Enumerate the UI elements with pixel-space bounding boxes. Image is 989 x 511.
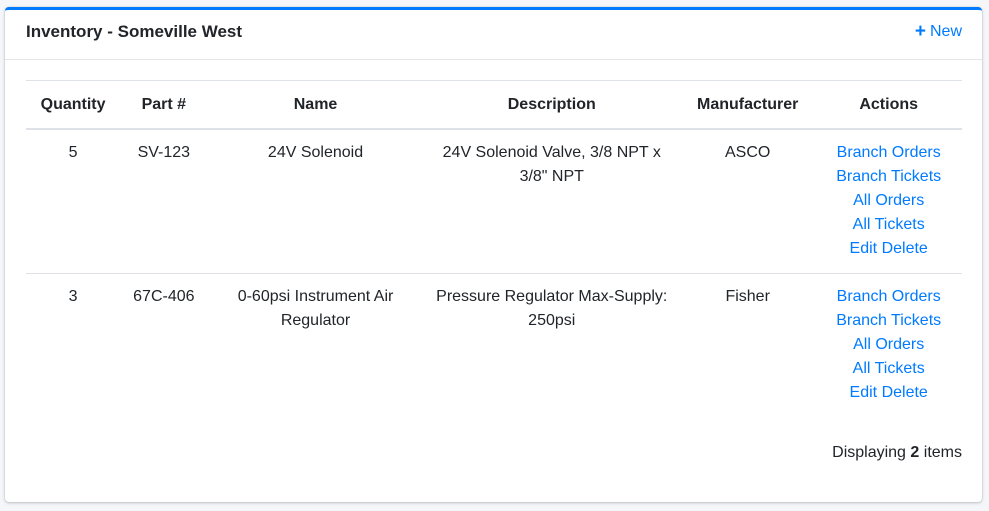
pagination-summary: Displaying 2 items	[832, 444, 962, 462]
new-button-label: New	[929, 23, 962, 40]
cell-actions: Branch Orders Branch Tickets All Orders …	[815, 129, 962, 274]
card-body: Quantity Part # Name Description Manufac…	[26, 80, 962, 417]
cell-name: 24V Solenoid	[207, 129, 424, 274]
delete-link[interactable]: Delete	[882, 384, 928, 401]
all-orders-link[interactable]: All Orders	[821, 189, 956, 213]
column-header-name: Name	[207, 80, 424, 130]
all-orders-link[interactable]: All Orders	[821, 333, 956, 357]
new-button[interactable]: + New	[914, 21, 962, 42]
summary-suffix: items	[923, 444, 962, 461]
branch-orders-link[interactable]: Branch Orders	[821, 141, 956, 165]
cell-manufacturer: ASCO	[679, 129, 816, 274]
table-header-row: Quantity Part # Name Description Manufac…	[26, 80, 962, 130]
branch-tickets-link[interactable]: Branch Tickets	[821, 309, 956, 333]
plus-icon: +	[914, 21, 926, 42]
card-header: Inventory - Someville West + New	[5, 10, 982, 60]
cell-part-number: SV-123	[120, 129, 208, 274]
cell-description: Pressure Regulator Max-Supply: 250psi	[436, 288, 668, 329]
table-header: Quantity Part # Name Description Manufac…	[26, 80, 962, 130]
cell-description: 24V Solenoid Valve, 3/8 NPT x 3/8" NPT	[423, 129, 680, 274]
column-header-description: Description	[423, 80, 680, 130]
edit-delete-group: Edit Delete	[850, 384, 928, 401]
edit-link[interactable]: Edit	[850, 384, 878, 401]
inventory-table: Quantity Part # Name Description Manufac…	[26, 80, 962, 417]
column-header-part: Part #	[120, 80, 208, 130]
card-title: Inventory - Someville West	[26, 22, 243, 41]
cell-name: 0-60psi Instrument Air Regulator	[237, 288, 394, 329]
summary-prefix: Displaying	[832, 444, 906, 461]
column-header-quantity: Quantity	[26, 80, 121, 130]
cell-actions: Branch Orders Branch Tickets All Orders …	[815, 274, 962, 418]
item-count: 2	[910, 444, 920, 461]
table-row: 3 67C-406 0-60psi Instrument Air Regulat…	[26, 274, 962, 418]
column-header-actions: Actions	[815, 80, 962, 130]
all-tickets-link[interactable]: All Tickets	[821, 213, 956, 237]
table-row: 5 SV-123 24V Solenoid 24V Solenoid Valve…	[26, 129, 962, 274]
cell-manufacturer: Fisher	[725, 288, 770, 305]
delete-link[interactable]: Delete	[882, 240, 928, 257]
all-tickets-link[interactable]: All Tickets	[821, 357, 956, 381]
column-header-manufacturer: Manufacturer	[679, 80, 816, 130]
branch-orders-link[interactable]: Branch Orders	[821, 285, 956, 309]
inventory-card: Inventory - Someville West + New Quantit…	[5, 7, 982, 502]
cell-quantity: 5	[26, 129, 121, 274]
cell-part-number: 67C-406	[133, 288, 195, 305]
edit-delete-group: Edit Delete	[850, 240, 928, 257]
cell-quantity: 3	[68, 288, 78, 305]
branch-tickets-link[interactable]: Branch Tickets	[821, 165, 956, 189]
table-body: 5 SV-123 24V Solenoid 24V Solenoid Valve…	[26, 129, 962, 417]
edit-link[interactable]: Edit	[850, 240, 878, 257]
